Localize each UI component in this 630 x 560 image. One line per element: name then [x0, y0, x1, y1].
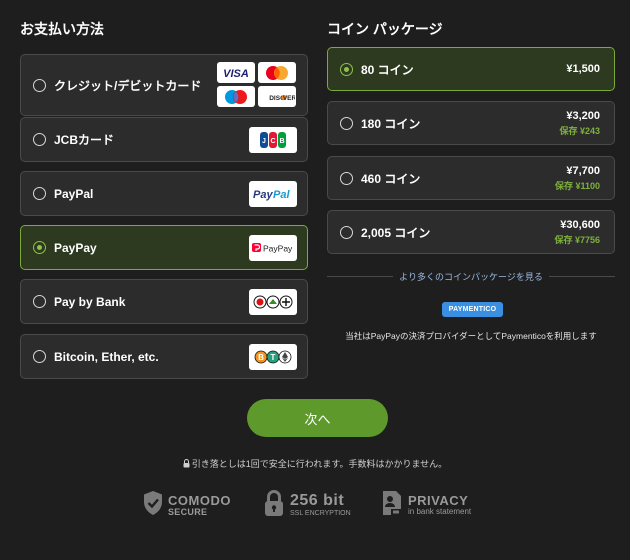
package-price: ¥30,600: [560, 218, 600, 231]
package-label: 180 コイン: [361, 116, 421, 131]
package-price-block: ¥1,500: [566, 63, 600, 75]
svg-text:VER: VER: [283, 95, 295, 102]
paymentico-badge: PAYMENTICO: [442, 302, 503, 317]
package-savings: 保存 ¥1100: [554, 180, 600, 191]
package-price-block: ¥7,700 保存 ¥1100: [555, 165, 600, 192]
comodo-title: COMODO: [168, 492, 231, 508]
ssl-encryption-badge: 256 bit SSL ENCRYPTION: [264, 488, 351, 522]
package-460[interactable]: 460 コイン ¥7,700 保存 ¥1100: [327, 156, 615, 200]
privacy-title: PRIVACY: [408, 493, 469, 508]
next-button[interactable]: 次へ: [247, 399, 388, 437]
payment-option-jcb[interactable]: JCBカード J C B: [20, 117, 308, 162]
package-80[interactable]: 80 コイン ¥1,500: [327, 47, 615, 91]
provider-note: 当社はPayPayの決済プロバイダーとしてPaymenticoを利用します: [345, 331, 597, 341]
payment-option-label: Pay by Bank: [54, 294, 126, 309]
comodo-secure-badge: COMODO SECURE: [143, 488, 231, 522]
jcb-logo: J C B: [249, 126, 297, 153]
package-price: ¥1,500: [566, 63, 600, 75]
shield-check-icon: [143, 490, 163, 521]
payment-option-label: PayPay: [54, 240, 97, 255]
svg-text:C: C: [270, 138, 275, 145]
radio-pay-by-bank[interactable]: [33, 295, 46, 308]
padlock-icon: [264, 489, 284, 522]
radio-crypto[interactable]: [33, 350, 46, 363]
coin-package-section: コイン パッケージ 80 コイン ¥1,500 180 コイン ¥3,200 保…: [327, 18, 615, 341]
package-label: 460 コイン: [361, 171, 421, 186]
radio-paypal[interactable]: [33, 187, 46, 200]
radio-package-180[interactable]: [340, 116, 353, 130]
package-2005[interactable]: 2,005 コイン ¥30,600 保存 ¥7756: [327, 210, 615, 254]
mastercard-logo: [258, 62, 296, 83]
radio-package-2005[interactable]: [340, 225, 353, 239]
payment-option-label: JCBカード: [54, 133, 115, 147]
privacy-badge: PRIVACY in bank statement: [382, 488, 471, 522]
radio-paypay[interactable]: [33, 241, 46, 254]
payment-option-label: PayPal: [54, 186, 94, 201]
package-savings: 保存 ¥243: [559, 125, 600, 136]
package-label: 80 コイン: [361, 62, 414, 77]
divider-left: [327, 275, 394, 277]
divider-right: [548, 275, 615, 277]
payment-option-label: クレジット/デビットカード: [54, 78, 202, 93]
package-180[interactable]: 180 コイン ¥3,200 保存 ¥243: [327, 101, 615, 145]
svg-text:B: B: [279, 138, 284, 145]
lock-icon: [183, 459, 190, 470]
maestro-logo: [217, 86, 255, 107]
more-packages-row: より多くのコインパッケージを見る: [327, 270, 615, 282]
document-privacy-icon: [382, 490, 402, 521]
svg-text:B: B: [258, 353, 264, 362]
svg-text:PayPay: PayPay: [263, 243, 293, 253]
bank-logos: [249, 288, 297, 315]
package-savings: 保存 ¥7756: [554, 234, 600, 245]
svg-text:VISA: VISA: [223, 68, 249, 79]
svg-text:T: T: [271, 353, 276, 362]
payment-option-paypay[interactable]: PayPay PayPay: [20, 225, 308, 270]
radio-jcb[interactable]: [33, 133, 46, 146]
package-label: 2,005 コイン: [361, 225, 431, 240]
payment-method-section: お支払い方法 クレジット/デビットカード VISA DISC VER JCBカード: [20, 18, 308, 379]
payment-option-card[interactable]: クレジット/デビットカード VISA DISC VER: [20, 54, 308, 116]
paypal-logo: Pay Pal: [249, 180, 297, 207]
payment-method-title: お支払い方法: [20, 21, 104, 37]
payment-option-pay-by-bank[interactable]: Pay by Bank: [20, 279, 308, 324]
privacy-subtitle: in bank statement: [408, 507, 472, 516]
comodo-subtitle: SECURE: [168, 506, 208, 517]
charge-notice: 引き落としは1回で安全に行われます。手数料はかかりません。: [0, 457, 630, 470]
payment-option-label: Bitcoin, Ether, etc.: [54, 349, 159, 364]
payment-option-paypal[interactable]: PayPal Pay Pal: [20, 171, 308, 216]
package-price-block: ¥30,600 保存 ¥7756: [554, 219, 600, 246]
visa-logo: VISA: [217, 62, 255, 83]
svg-text:Pay: Pay: [253, 189, 273, 201]
discover-logo: DISC VER: [258, 86, 296, 107]
package-price: ¥7,700: [566, 164, 600, 177]
paypay-logo: PayPay: [249, 234, 297, 261]
payment-option-crypto[interactable]: Bitcoin, Ether, etc. B T: [20, 334, 308, 379]
ssl-subtitle: SSL ENCRYPTION: [290, 509, 351, 517]
package-price-block: ¥3,200 保存 ¥243: [559, 110, 600, 137]
card-logos: VISA DISC VER: [217, 62, 297, 107]
radio-card[interactable]: [33, 78, 46, 92]
package-price: ¥3,200: [566, 109, 600, 122]
radio-package-80[interactable]: [340, 62, 353, 76]
ssl-title: 256 bit: [290, 491, 345, 509]
svg-text:J: J: [262, 138, 266, 145]
coin-package-title: コイン パッケージ: [327, 21, 443, 37]
crypto-logos: B T: [249, 343, 297, 370]
more-packages-link[interactable]: より多くのコインパッケージを見る: [393, 270, 549, 283]
charge-notice-text: 引き落としは1回で安全に行われます。手数料はかかりません。: [191, 459, 448, 469]
radio-package-460[interactable]: [340, 171, 353, 185]
svg-text:Pal: Pal: [273, 189, 290, 201]
